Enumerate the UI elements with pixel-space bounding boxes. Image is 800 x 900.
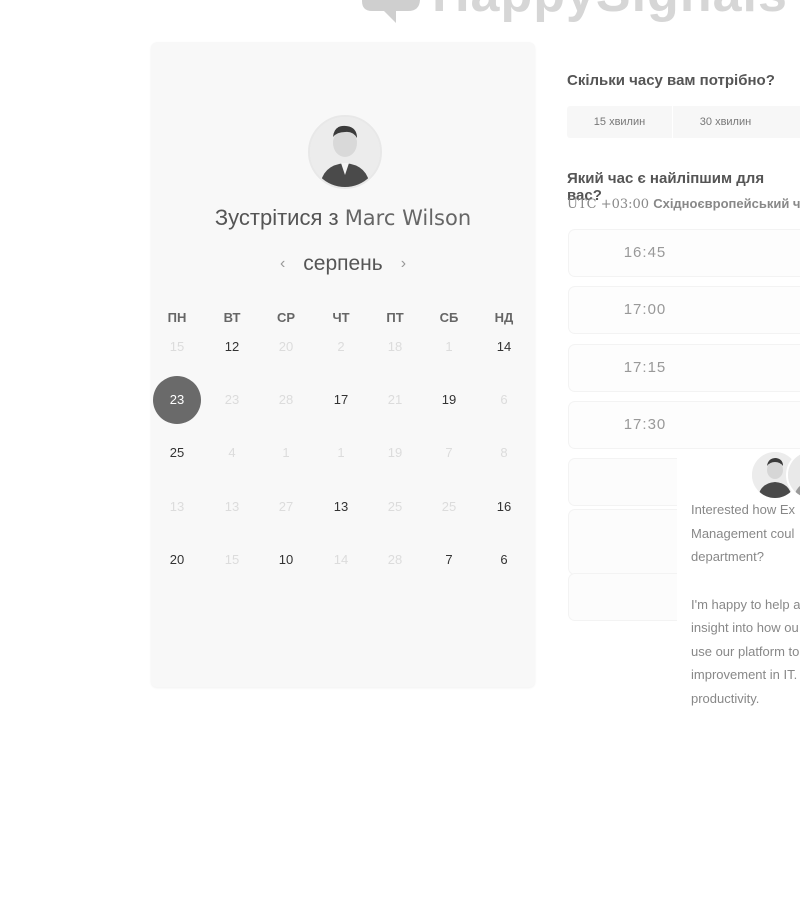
duration-question: Скільки часу вам потрібно?: [567, 72, 775, 89]
calendar-day: 1: [282, 445, 290, 460]
calendar-day[interactable]: 13: [317, 483, 365, 531]
time-slot[interactable]: 17:00: [569, 287, 800, 333]
chat-avatars: [750, 450, 800, 500]
selected-day[interactable]: 23: [153, 376, 201, 424]
calendar-day: 28: [278, 392, 294, 407]
scheduling-page: HappySignals Зустрітися з Marc Wilson ‹ …: [0, 0, 800, 900]
chat-line: use our platform to: [691, 643, 800, 659]
month-label: серпень: [303, 252, 383, 275]
calendar-day: 18: [387, 339, 403, 354]
calendar-day: 28: [387, 552, 403, 567]
calendar-day[interactable]: 12: [208, 323, 256, 371]
calendar-day: 15: [224, 552, 240, 567]
timezone-offset: UTC +03:00: [567, 197, 650, 212]
calendar-day[interactable]: 25: [153, 429, 201, 477]
duration-option-15[interactable]: 15 хвилин: [567, 106, 672, 138]
calendar-day[interactable]: 20: [153, 536, 201, 584]
chat-message: Interested how Ex Management coul depart…: [691, 498, 800, 710]
duration-selector: 15 хвилин 30 хвилин: [567, 106, 800, 138]
calendar-day: 13: [224, 499, 240, 514]
calendar-day[interactable]: 19: [425, 376, 473, 424]
chat-popup[interactable]: Interested how Ex Management coul depart…: [677, 450, 800, 730]
calendar-day: 23: [224, 392, 240, 407]
calendar-day: 15: [169, 339, 185, 354]
month-navigator: ‹ серпень ›: [151, 252, 535, 276]
time-slot[interactable]: 17:30: [569, 402, 800, 448]
meeting-title-prefix: Зустрітися з: [214, 205, 339, 230]
calendar-day[interactable]: 17: [317, 376, 365, 424]
calendar-day: 27: [278, 499, 294, 514]
chat-line: Management coul: [691, 525, 795, 541]
header-logo: HappySignals: [356, 0, 788, 24]
calendar-day[interactable]: 10: [262, 536, 310, 584]
calendar-day: 21: [387, 392, 403, 407]
calendar-day: 14: [333, 552, 349, 567]
host-name: Marc Wilson: [344, 206, 472, 230]
chevron-right-icon[interactable]: ›: [401, 255, 406, 273]
calendar-day: 1: [445, 339, 453, 354]
calendar-day: 1: [337, 445, 345, 460]
calendar-day: 2: [337, 339, 345, 354]
calendar-day: 7: [445, 445, 453, 460]
meeting-title: Зустрітися з Marc Wilson: [151, 205, 535, 231]
calendar-day: 13: [169, 499, 185, 514]
calendar-day[interactable]: 16: [480, 483, 528, 531]
chat-line: Interested how Ex: [691, 502, 796, 517]
logo-text: HappySignals: [432, 0, 788, 24]
chat-line: improvement in IT.: [691, 667, 798, 682]
timezone-name: Східноєвропейський час: [653, 196, 800, 211]
host-avatar: [308, 115, 382, 189]
time-slot[interactable]: 16:45: [569, 230, 800, 276]
calendar-day: 4: [228, 445, 236, 460]
calendar-day: 19: [387, 445, 403, 460]
calendar-day[interactable]: 6: [480, 536, 528, 584]
chevron-left-icon[interactable]: ‹: [280, 255, 285, 273]
time-slot[interactable]: 17:15: [569, 345, 800, 391]
calendar-day: 6: [500, 392, 508, 407]
chat-line: department?: [691, 549, 764, 564]
calendar-day[interactable]: 7: [425, 536, 473, 584]
calendar-day: 20: [278, 339, 294, 354]
chat-line: insight into how ou: [691, 620, 799, 635]
chat-line: I'm happy to help a: [691, 596, 800, 612]
timezone-label: UTC +03:00 Східноєвропейський час: [567, 196, 800, 212]
calendar-day: 25: [441, 499, 457, 514]
logo-mark-icon: [356, 0, 422, 23]
calendar-card: Зустрітися з Marc Wilson ‹ серпень › ПН В…: [151, 42, 535, 687]
calendar-day: 8: [500, 445, 508, 460]
duration-option-30[interactable]: 30 хвилин: [673, 106, 778, 138]
calendar-day[interactable]: 14: [480, 323, 528, 371]
chat-line: productivity.: [691, 690, 760, 706]
calendar-day: 25: [387, 499, 403, 514]
